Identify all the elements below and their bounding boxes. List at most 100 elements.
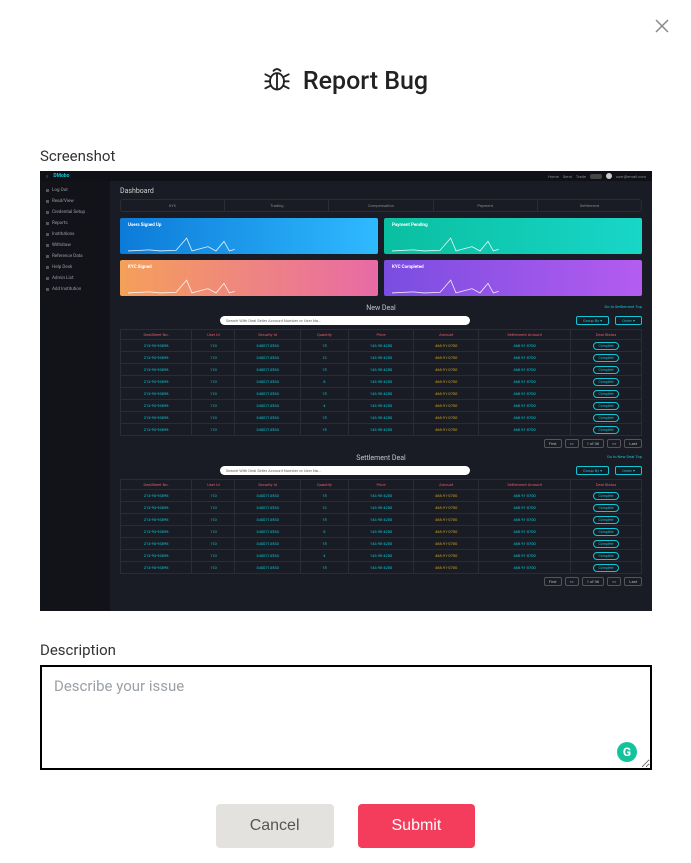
table-row: 213-93-93898110340071353315143.90-420046… [121,364,642,376]
table-cell: 110 [192,562,235,574]
table-header: Quantity [300,330,348,340]
table-cell: 213-93-93898 [121,562,192,574]
table-header: Price [349,330,414,340]
hamburger-icon: ≡ [46,174,47,179]
table-cell: 213-93-93898 [121,550,192,562]
table-header: User Id [192,330,235,340]
close-icon[interactable] [655,18,669,37]
table-row: 213-93-93898110340071353315143.90-420046… [121,340,642,352]
table-row: 213-93-93898110340071353315143.90-420046… [121,562,642,574]
table-cell: 15 [300,340,348,352]
table-cell: 143.90-4200 [349,400,414,412]
table-cell: 468.91-0700 [479,388,571,400]
sidebar-item: Withdraw [46,240,104,251]
screenshot-preview: ≡ DMobo Home Send Trade user@email.com L… [40,171,652,611]
sparkline-icon [128,236,235,252]
order-button: Order ▾ [615,316,642,325]
table-cell: 468.91-0700 [414,376,479,388]
sidebar-item: Admin List [46,273,104,284]
search-input: Search With Deal Seller Account Number o… [220,466,470,475]
stat-card: KYC Signed [120,260,378,296]
table-row: 213-93-93898110340071353315143.90-420046… [121,424,642,436]
stat-card: Users Signed Up [120,218,378,254]
dialog-header: Report Bug [0,65,691,97]
table-cell: 468.91-0700 [414,490,479,502]
card-label: Payment Pending [392,223,428,228]
table-row: 213-93-9389811034007135338143.90-4200468… [121,376,642,388]
sidebar-item-label: Withdraw [52,243,71,248]
screenshot-label: Screenshot [40,147,691,165]
status-badge: Complete [593,528,618,536]
table-cell: 110 [192,340,235,352]
pager-info: 1 of 36 [582,439,604,448]
dash-topbar: ≡ DMobo Home Send Trade user@email.com [40,171,652,181]
bullet-icon [46,288,49,291]
table-cell: 213-93-93898 [121,424,192,436]
grammarly-icon[interactable]: G [617,742,637,762]
stat-card: KYC Completed [384,260,642,296]
dialog-title: Report Bug [303,67,428,96]
table-cell: 143.90-4200 [349,388,414,400]
description-label: Description [40,641,691,659]
table-cell: 3400713533 [235,388,300,400]
table-header: Deal Status [571,330,642,340]
pager-next: >> [607,439,621,448]
sidebar-item-label: Read/View [52,199,74,204]
tab: KYC [121,200,225,211]
table-cell: 213-93-93898 [121,514,192,526]
table-cell: 15 [300,388,348,400]
status-badge: Complete [593,540,618,548]
sidebar-item-label: Credential Setup [52,210,85,215]
status-badge: Complete [593,378,618,386]
table-cell: 3400713533 [235,400,300,412]
section-top-link: Go to Settlement Top [604,304,642,309]
table-cell: 4 [300,550,348,562]
table-cell: 468.91-0700 [414,424,479,436]
status-badge: Complete [593,402,618,410]
table-cell: 468.91-0700 [479,364,571,376]
topbar-item: Send [563,174,572,179]
card-label: KYC Completed [392,265,424,270]
table-cell: 143.90-4200 [349,340,414,352]
sidebar-item: Read/View [46,196,104,207]
table-cell: 110 [192,490,235,502]
table-cell: 3400713533 [235,550,300,562]
table-cell: 468.91-0700 [414,364,479,376]
table-row: 213-93-93898110340071353315143.90-420046… [121,514,642,526]
table-cell: 468.91-0700 [479,550,571,562]
cancel-button[interactable]: Cancel [216,804,334,848]
table-cell: 468.91-0700 [479,514,571,526]
table-cell: 143.90-4200 [349,424,414,436]
table-cell: 3400713533 [235,562,300,574]
sidebar-item: Log Out [46,185,104,196]
pager-info: 1 of 36 [582,577,604,586]
table-cell: 213-93-93898 [121,490,192,502]
section-heading: Settlement DealGo to New Deal Top [120,454,642,462]
table-cell: 3400713533 [235,376,300,388]
bullet-icon [46,222,49,225]
pager-first: First [544,439,562,448]
table-cell: 143.90-4200 [349,352,414,364]
table-cell: 12 [300,502,348,514]
sidebar-item-label: Admin List [52,276,73,281]
table-cell: 110 [192,388,235,400]
status-badge: Complete [593,390,618,398]
table-cell: 468.91-0700 [479,376,571,388]
table-cell: 8 [300,376,348,388]
table-cell: 468.91-0700 [414,538,479,550]
sparkline-icon [392,278,499,294]
tab-row: KYCTradingCompensationPaymentSettlement [120,199,642,212]
sidebar: Log OutRead/ViewCredential SetupReportsI… [40,181,110,611]
table-cell: 3400713533 [235,412,300,424]
table-cell: 143.90-4200 [349,538,414,550]
report-bug-dialog: Report Bug Screenshot ≡ DMobo Home Send … [0,0,691,863]
table-cell: 110 [192,364,235,376]
submit-button[interactable]: Submit [358,804,476,848]
table-cell: 110 [192,538,235,550]
table-cell: 3400713533 [235,364,300,376]
table-cell: 15 [300,424,348,436]
bullet-icon [46,277,49,280]
table-cell: 15 [300,538,348,550]
description-input[interactable] [40,665,652,770]
table-cell: 468.91-0700 [414,412,479,424]
